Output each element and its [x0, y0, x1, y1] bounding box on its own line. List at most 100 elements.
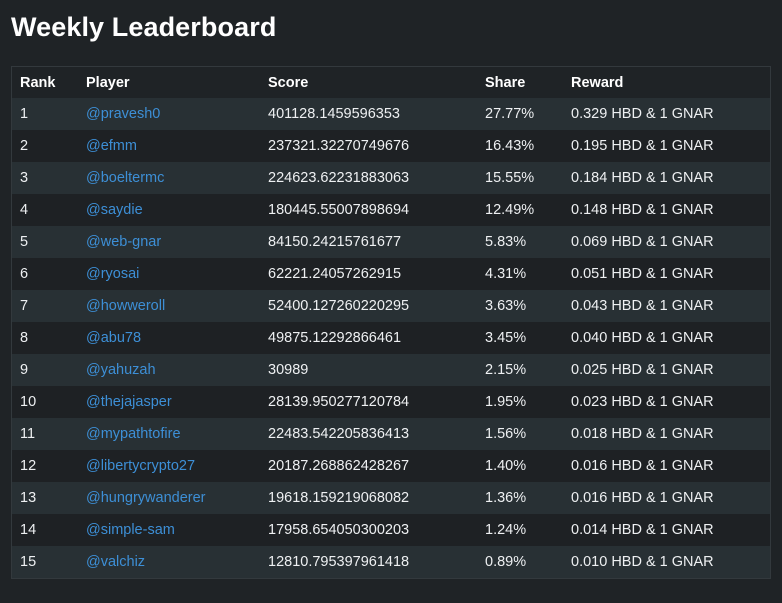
reward-cell: 0.010 HBD & 1 GNAR	[571, 554, 714, 570]
share-cell: 1.40%	[485, 458, 527, 474]
table-row: 4 @saydie 180445.55007898694 12.49% 0.148 HB…	[12, 194, 770, 226]
leaderboard-table: Rank Player Score Share Reward 1 @pravesh…	[12, 67, 770, 578]
column-header-reward: Reward	[563, 67, 770, 98]
rank-cell: 14	[20, 522, 37, 538]
share-cell: 27.77%	[485, 106, 535, 122]
player-cell: @pravesh0	[78, 98, 260, 130]
rank-cell: 15	[20, 554, 37, 570]
score-cell: 30989	[268, 362, 309, 378]
table-body: 1 @pravesh0 401128.1459596353 27.77% 0.329 H…	[12, 98, 770, 578]
player-cell: @ryosai	[78, 258, 260, 290]
score-cell: 62221.24057262915	[268, 266, 402, 282]
reward-cell: 0.025 HBD & 1 GNAR	[571, 362, 714, 378]
reward-cell: 0.040 HBD & 1 GNAR	[571, 330, 714, 346]
rank-cell: 2	[20, 138, 29, 154]
rank-cell: 3	[20, 170, 29, 186]
share-cell: 5.83%	[485, 234, 527, 250]
column-header-score: Score	[260, 67, 477, 98]
score-cell: 401128.1459596353	[268, 106, 400, 122]
table-row: 10 @thejajasper 28139.950277120784 1.95% 0.0…	[12, 386, 770, 418]
reward-cell: 0.184 HBD & 1 GNAR	[571, 170, 714, 186]
player-link[interactable]: @valchiz	[86, 554, 145, 570]
table-row: 5 @web-gnar 84150.24215761677 5.83% 0.069 HB…	[12, 226, 770, 258]
score-cell: 237321.32270749676	[268, 138, 410, 154]
share-cell: 15.55%	[485, 170, 535, 186]
player-link[interactable]: @saydie	[86, 202, 143, 218]
reward-cell: 0.329 HBD & 1 GNAR	[571, 106, 714, 122]
share-cell: 12.49%	[485, 202, 535, 218]
table-row: 3 @boeltermc 224623.62231883063 15.55% 0.184…	[12, 162, 770, 194]
player-link[interactable]: @boeltermc	[86, 170, 164, 186]
column-header-share: Share	[477, 67, 563, 98]
table-row: 15 @valchiz 12810.795397961418 0.89% 0.010 H…	[12, 546, 770, 578]
table-row: 8 @abu78 49875.12292866461 3.45% 0.040 HBD &…	[12, 322, 770, 354]
player-cell: @efmm	[78, 130, 260, 162]
leaderboard-table-container: Rank Player Score Share Reward 1 @pravesh…	[11, 66, 771, 579]
share-cell: 1.56%	[485, 426, 527, 442]
reward-cell: 0.148 HBD & 1 GNAR	[571, 202, 714, 218]
reward-cell: 0.023 HBD & 1 GNAR	[571, 394, 714, 410]
share-cell: 1.24%	[485, 522, 527, 538]
rank-cell: 9	[20, 362, 29, 378]
reward-cell: 0.195 HBD & 1 GNAR	[571, 138, 714, 154]
player-link[interactable]: @efmm	[86, 138, 137, 154]
player-cell: @boeltermc	[78, 162, 260, 194]
player-cell: @simple-sam	[78, 514, 260, 546]
table-row: 14 @simple-sam 17958.654050300203 1.24% 0.01…	[12, 514, 770, 546]
table-header: Rank Player Score Share Reward	[12, 67, 770, 98]
rank-cell: 8	[20, 330, 29, 346]
rank-cell: 12	[20, 458, 37, 474]
player-cell: @thejajasper	[78, 386, 260, 418]
table-row: 13 @hungrywanderer 19618.159219068082 1.36%…	[12, 482, 770, 514]
player-link[interactable]: @yahuzah	[86, 362, 156, 378]
player-link[interactable]: @thejajasper	[86, 394, 172, 410]
player-link[interactable]: @howweroll	[86, 298, 165, 314]
player-link[interactable]: @abu78	[86, 330, 141, 346]
share-cell: 3.63%	[485, 298, 527, 314]
column-header-rank: Rank	[12, 67, 78, 98]
reward-cell: 0.016 HBD & 1 GNAR	[571, 490, 714, 506]
player-link[interactable]: @simple-sam	[86, 522, 175, 538]
rank-cell: 11	[20, 426, 36, 442]
score-cell: 52400.127260220295	[268, 298, 410, 314]
rank-cell: 7	[20, 298, 29, 314]
player-cell: @yahuzah	[78, 354, 260, 386]
table-row: 11 @mypathtofire 22483.542205836413 1.56% 0.…	[12, 418, 770, 450]
score-cell: 49875.12292866461	[268, 330, 402, 346]
reward-cell: 0.014 HBD & 1 GNAR	[571, 522, 714, 538]
player-cell: @howweroll	[78, 290, 260, 322]
page-title: Weekly Leaderboard	[11, 12, 277, 42]
leaderboard-page: Weekly Leaderboard Rank Player Score Sha…	[0, 0, 782, 603]
reward-cell: 0.016 HBD & 1 GNAR	[571, 458, 714, 474]
reward-cell: 0.069 HBD & 1 GNAR	[571, 234, 714, 250]
score-cell: 224623.62231883063	[268, 170, 410, 186]
player-link[interactable]: @mypathtofire	[86, 426, 181, 442]
table-row: 12 @libertycrypto27 20187.268862428267 1.40…	[12, 450, 770, 482]
table-row: 1 @pravesh0 401128.1459596353 27.77% 0.329 H…	[12, 98, 770, 130]
score-cell: 180445.55007898694	[268, 202, 410, 218]
player-cell: @abu78	[78, 322, 260, 354]
score-cell: 20187.268862428267	[268, 458, 410, 474]
table-row: 6 @ryosai 62221.24057262915 4.31% 0.051 HBD …	[12, 258, 770, 290]
player-link[interactable]: @hungrywanderer	[86, 490, 206, 506]
player-link[interactable]: @ryosai	[86, 266, 139, 282]
share-cell: 1.36%	[485, 490, 527, 506]
player-cell: @mypathtofire	[78, 418, 260, 450]
score-cell: 22483.542205836413	[268, 426, 410, 442]
share-cell: 3.45%	[485, 330, 527, 346]
header-row: Rank Player Score Share Reward	[12, 67, 770, 98]
table-row: 7 @howweroll 52400.127260220295 3.63% 0.043 …	[12, 290, 770, 322]
score-cell: 19618.159219068082	[268, 490, 410, 506]
rank-cell: 10	[20, 394, 37, 410]
player-link[interactable]: @pravesh0	[86, 106, 160, 122]
rank-cell: 6	[20, 266, 29, 282]
share-cell: 2.15%	[485, 362, 527, 378]
player-link[interactable]: @web-gnar	[86, 234, 161, 250]
share-cell: 4.31%	[485, 266, 527, 282]
rank-cell: 5	[20, 234, 29, 250]
player-cell: @saydie	[78, 194, 260, 226]
player-cell: @hungrywanderer	[78, 482, 260, 514]
player-link[interactable]: @libertycrypto27	[86, 458, 195, 474]
column-header-player: Player	[78, 67, 260, 98]
score-cell: 28139.950277120784	[268, 394, 410, 410]
